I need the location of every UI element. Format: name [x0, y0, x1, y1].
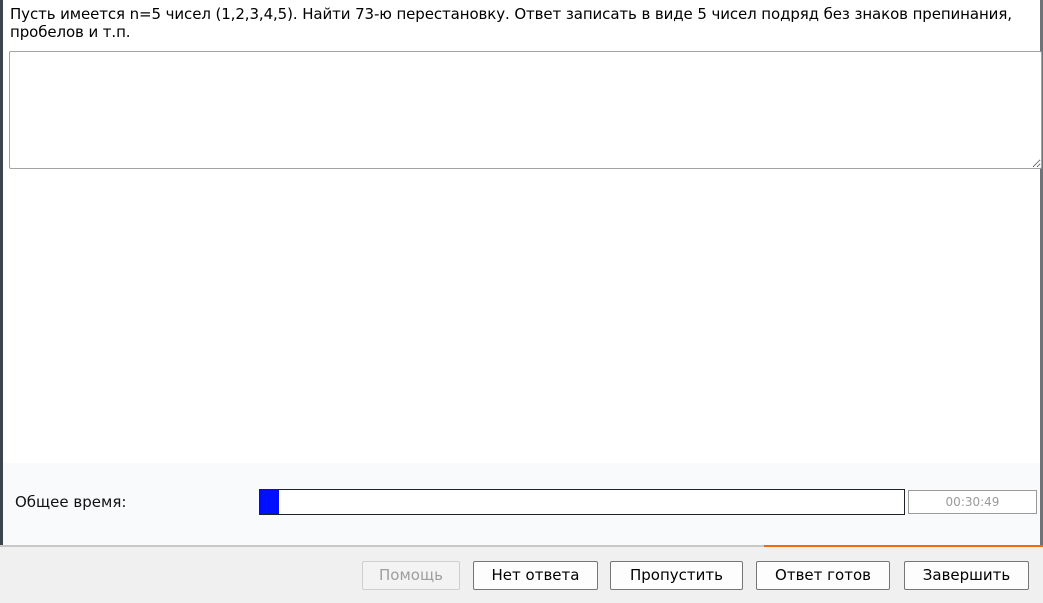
- finish-button[interactable]: Завершить: [904, 561, 1029, 590]
- skip-button[interactable]: Пропустить: [610, 561, 743, 590]
- timer-label: Общее время:: [15, 493, 127, 511]
- answer-field[interactable]: [9, 51, 1042, 169]
- no-answer-button[interactable]: Нет ответа: [473, 561, 598, 590]
- action-bar-accent-line: [764, 545, 1043, 547]
- action-bar: Помощь Нет ответа Пропустить Ответ готов…: [0, 545, 1043, 603]
- timer-panel: Общее время: 00:30:49: [3, 463, 1040, 545]
- question-text: Пусть имеется n=5 чисел (1,2,3,4,5). Най…: [10, 5, 1012, 41]
- help-button[interactable]: Помощь: [362, 561, 460, 590]
- answer-ready-button[interactable]: Ответ готов: [756, 561, 890, 590]
- timer-progress-fill: [260, 490, 280, 514]
- timer-progress-bar: [259, 489, 905, 515]
- timer-value: 00:30:49: [908, 490, 1037, 514]
